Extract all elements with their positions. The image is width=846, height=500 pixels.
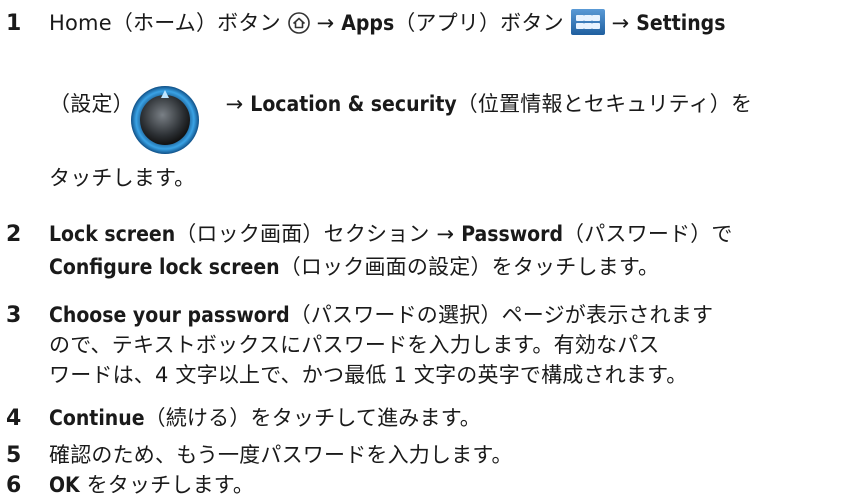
step-2-line-1: Lock screen（ロック画面）セクション → Password（パスワード… bbox=[49, 222, 733, 246]
step-number: 1 bbox=[6, 11, 22, 36]
step-3-line-3: ワードは、4 文字以上で、かつ最低 1 文字の英字で構成されます。 bbox=[49, 363, 688, 387]
step-number: 2 bbox=[6, 222, 22, 247]
step-5-line-1: 確認のため、もう一度パスワードを入力します。 bbox=[49, 443, 513, 467]
home-label: Home（ホーム）ボタン bbox=[49, 11, 281, 35]
choose-password-term: Choose your password bbox=[49, 303, 290, 327]
apps-grid-icon bbox=[570, 9, 605, 35]
settings-label: （設定） bbox=[49, 92, 134, 116]
step-number: 3 bbox=[6, 303, 22, 328]
step-4-line-1: Continue（続ける）をタッチして進みます。 bbox=[49, 406, 481, 430]
step-number: 5 bbox=[6, 443, 22, 468]
step-number: 6 bbox=[6, 473, 22, 498]
step-1-line-3: タッチします。 bbox=[49, 166, 196, 190]
lock-screen-term: Lock screen bbox=[49, 222, 176, 246]
settings-knob-icon bbox=[131, 86, 199, 154]
home-icon bbox=[287, 12, 310, 34]
step-number: 4 bbox=[6, 406, 22, 431]
step-3-line-2: ので、テキストボックスにパスワードを入力します。有効なパス bbox=[49, 333, 660, 357]
arrow: → bbox=[316, 11, 335, 35]
step-3-line-1: Choose your password（パスワードの選択）ページが表示されます bbox=[49, 303, 714, 327]
configure-lock-screen-term: Configure lock screen bbox=[49, 255, 280, 279]
ok-term: OK bbox=[49, 473, 80, 497]
arrow: → bbox=[611, 11, 630, 35]
step-1-line-1: Home（ホーム）ボタン → Apps（アプリ）ボタン → Settings bbox=[49, 8, 725, 38]
location-security-term: Location & security bbox=[250, 92, 457, 116]
apps-term: Apps bbox=[341, 11, 395, 35]
arrow: → bbox=[436, 222, 455, 246]
apps-label: （アプリ）ボタン bbox=[394, 11, 564, 35]
password-term: Password bbox=[461, 222, 564, 246]
arrow: → bbox=[225, 92, 244, 116]
continue-term: Continue bbox=[49, 406, 145, 430]
step-6-line-1: OK をタッチします。 bbox=[49, 473, 255, 497]
step-2-line-2: Configure lock screen（ロック画面の設定）をタッチします。 bbox=[49, 255, 660, 279]
settings-term: Settings bbox=[636, 11, 726, 35]
location-security-label: （位置情報とセキュリティ）を bbox=[456, 92, 753, 116]
